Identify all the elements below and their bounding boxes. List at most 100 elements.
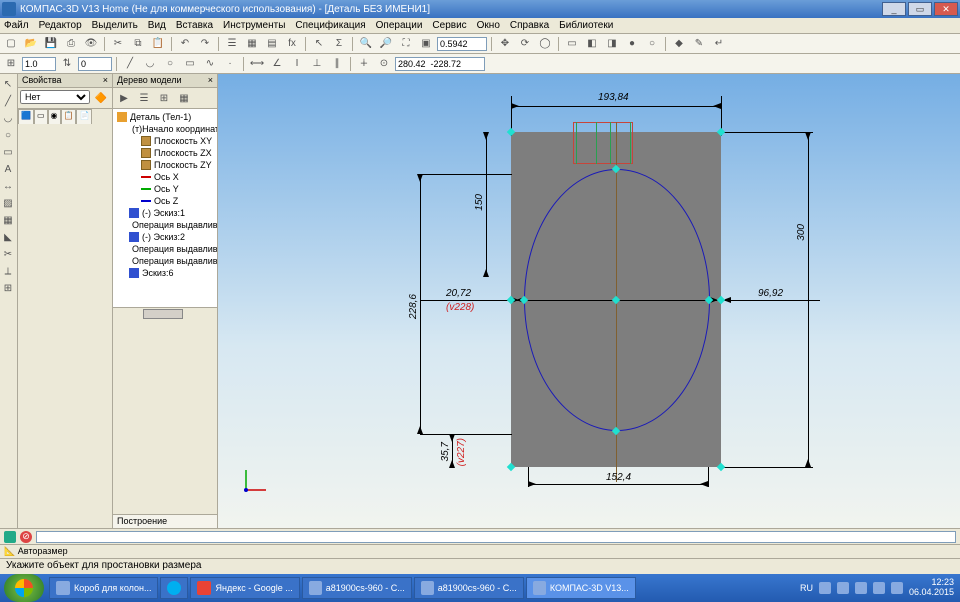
var-icon[interactable]: Σ xyxy=(330,36,348,52)
tree-sketch6[interactable]: Эскиз:6 xyxy=(115,267,215,279)
tree-op1[interactable]: Операция выдавливания:1 xyxy=(115,219,215,231)
wire-icon[interactable]: ○ xyxy=(643,36,661,52)
perp-icon[interactable]: ⊥ xyxy=(308,56,326,72)
props-tab-2[interactable]: ▭ xyxy=(34,109,48,124)
zoom-fit-icon[interactable]: ⛶ xyxy=(397,36,415,52)
print-icon[interactable]: ⎙ xyxy=(62,36,80,52)
tree-btn-2[interactable]: ☰ xyxy=(135,90,153,106)
menu-tools[interactable]: Инструменты xyxy=(223,20,285,31)
menu-libs[interactable]: Библиотеки xyxy=(559,20,613,31)
orbit-icon[interactable]: ◯ xyxy=(536,36,554,52)
text-icon[interactable]: I xyxy=(288,56,306,72)
menu-file[interactable]: Файл xyxy=(4,20,29,31)
task-item[interactable]: a81900cs-960 - С... xyxy=(414,577,524,599)
tree-axis-z[interactable]: Ось Z xyxy=(115,195,215,207)
parallel-icon[interactable]: ∥ xyxy=(328,56,346,72)
menu-spec[interactable]: Спецификация xyxy=(295,20,365,31)
tool-cham-icon[interactable]: ◣ xyxy=(0,229,16,245)
tree-origin[interactable]: (т)Начало координат xyxy=(115,123,215,135)
tree-op3[interactable]: Операция выдавливания:3 xyxy=(115,243,215,255)
props-tab-4[interactable]: 📋 xyxy=(61,109,77,124)
zoom-input[interactable] xyxy=(437,37,487,51)
task-item[interactable]: Яндекс - Google ... xyxy=(190,577,299,599)
tree-plane-zy[interactable]: Плоскость ZY xyxy=(115,159,215,171)
tray-flag-icon[interactable] xyxy=(855,582,867,594)
props-tab-1[interactable]: 🟦 xyxy=(18,109,34,124)
menu-view[interactable]: Вид xyxy=(148,20,166,31)
tool-select-icon[interactable]: ↖ xyxy=(0,76,16,92)
properties-close-icon[interactable]: × xyxy=(103,75,108,86)
tray-lang[interactable]: RU xyxy=(800,583,813,593)
tray-volume-icon[interactable] xyxy=(891,582,903,594)
tool-dim-icon[interactable]: ↔ xyxy=(0,178,16,194)
f-icon[interactable]: fx xyxy=(283,36,301,52)
preview-icon[interactable]: 👁 xyxy=(82,36,100,52)
menu-window[interactable]: Окно xyxy=(477,20,500,31)
grid-icon[interactable]: ▦ xyxy=(243,36,261,52)
tree-root[interactable]: Деталь (Тел-1) xyxy=(115,111,215,123)
tree-plane-xy[interactable]: Плоскость XY xyxy=(115,135,215,147)
shade-icon[interactable]: ● xyxy=(623,36,641,52)
tree-axis-x[interactable]: Ось X xyxy=(115,171,215,183)
menu-help[interactable]: Справка xyxy=(510,20,549,31)
angle-icon[interactable]: ∠ xyxy=(268,56,286,72)
menu-select[interactable]: Выделить xyxy=(92,20,138,31)
tree-plane-zx[interactable]: Плоскость ZX xyxy=(115,147,215,159)
tool-text-icon[interactable]: A xyxy=(0,161,16,177)
tool-trim-icon[interactable]: ✂ xyxy=(0,246,16,262)
line-icon[interactable]: ╱ xyxy=(121,56,139,72)
tool-table-icon[interactable]: ▦ xyxy=(0,212,16,228)
new-icon[interactable]: ▢ xyxy=(2,36,20,52)
redo-icon[interactable]: ↷ xyxy=(196,36,214,52)
open-icon[interactable]: 📂 xyxy=(22,36,40,52)
rotate-icon[interactable]: ⟳ xyxy=(516,36,534,52)
tool-circle-icon[interactable]: ○ xyxy=(0,127,16,143)
task-item-skype[interactable] xyxy=(160,577,188,599)
maximize-button[interactable]: ▭ xyxy=(908,2,932,16)
tool-measure-icon[interactable]: ⟂ xyxy=(0,263,16,279)
tray-network-icon[interactable] xyxy=(873,582,885,594)
tree-sketch2[interactable]: (-) Эскиз:2 xyxy=(115,231,215,243)
pan-icon[interactable]: ✥ xyxy=(496,36,514,52)
close-button[interactable]: ✕ xyxy=(934,2,958,16)
tool-lib-icon[interactable]: ⊞ xyxy=(0,280,16,296)
save-icon[interactable]: 💾 xyxy=(42,36,60,52)
snap1-icon[interactable]: ∔ xyxy=(355,56,373,72)
undo-icon[interactable]: ↶ xyxy=(176,36,194,52)
cmd-stop-icon[interactable]: ⊘ xyxy=(20,531,32,543)
handle[interactable] xyxy=(717,463,725,471)
zoom-out-icon[interactable]: 🔎 xyxy=(377,36,395,52)
tool-hatch-icon[interactable]: ▨ xyxy=(0,195,16,211)
paste-icon[interactable]: 📋 xyxy=(149,36,167,52)
layer-color-icon[interactable]: 🔶 xyxy=(92,90,110,106)
arc-icon[interactable]: ◡ xyxy=(141,56,159,72)
props-tab-5[interactable]: 📄 xyxy=(76,109,92,124)
menu-insert[interactable]: Вставка xyxy=(176,20,213,31)
cmd-tab-autodim[interactable]: 📐 Авторазмер xyxy=(0,544,960,558)
tool-arc-icon[interactable]: ◡ xyxy=(0,110,16,126)
rect-icon[interactable]: ▭ xyxy=(181,56,199,72)
command-input[interactable] xyxy=(36,531,956,543)
view1-icon[interactable]: ▭ xyxy=(563,36,581,52)
layer-select[interactable]: Нет xyxy=(20,90,90,104)
layers-icon[interactable]: ▤ xyxy=(263,36,281,52)
tray-clock[interactable]: 12:23 06.04.2015 xyxy=(909,578,954,598)
view2-icon[interactable]: ◧ xyxy=(583,36,601,52)
dim-icon[interactable]: ⟷ xyxy=(248,56,266,72)
props-tab-3[interactable]: ◉ xyxy=(48,109,61,124)
step-icon[interactable]: ⇅ xyxy=(58,56,76,72)
exit-sketch-icon[interactable]: ↵ xyxy=(710,36,728,52)
zoom-in-icon[interactable]: 🔍 xyxy=(357,36,375,52)
tree-tab-build[interactable]: Построение xyxy=(113,514,217,528)
start-button[interactable] xyxy=(4,574,44,602)
tree-scrollbar[interactable] xyxy=(113,307,217,321)
copy-icon[interactable]: ⧉ xyxy=(129,36,147,52)
tree-axis-y[interactable]: Ось Y xyxy=(115,183,215,195)
tree-sketch1[interactable]: (-) Эскиз:1 xyxy=(115,207,215,219)
menu-ops[interactable]: Операции xyxy=(376,20,423,31)
view3-icon[interactable]: ◨ xyxy=(603,36,621,52)
task-item[interactable]: a81900cs-960 - С... xyxy=(302,577,412,599)
tray-icon[interactable] xyxy=(819,582,831,594)
minimize-button[interactable]: _ xyxy=(882,2,906,16)
sketch-icon[interactable]: ✎ xyxy=(690,36,708,52)
